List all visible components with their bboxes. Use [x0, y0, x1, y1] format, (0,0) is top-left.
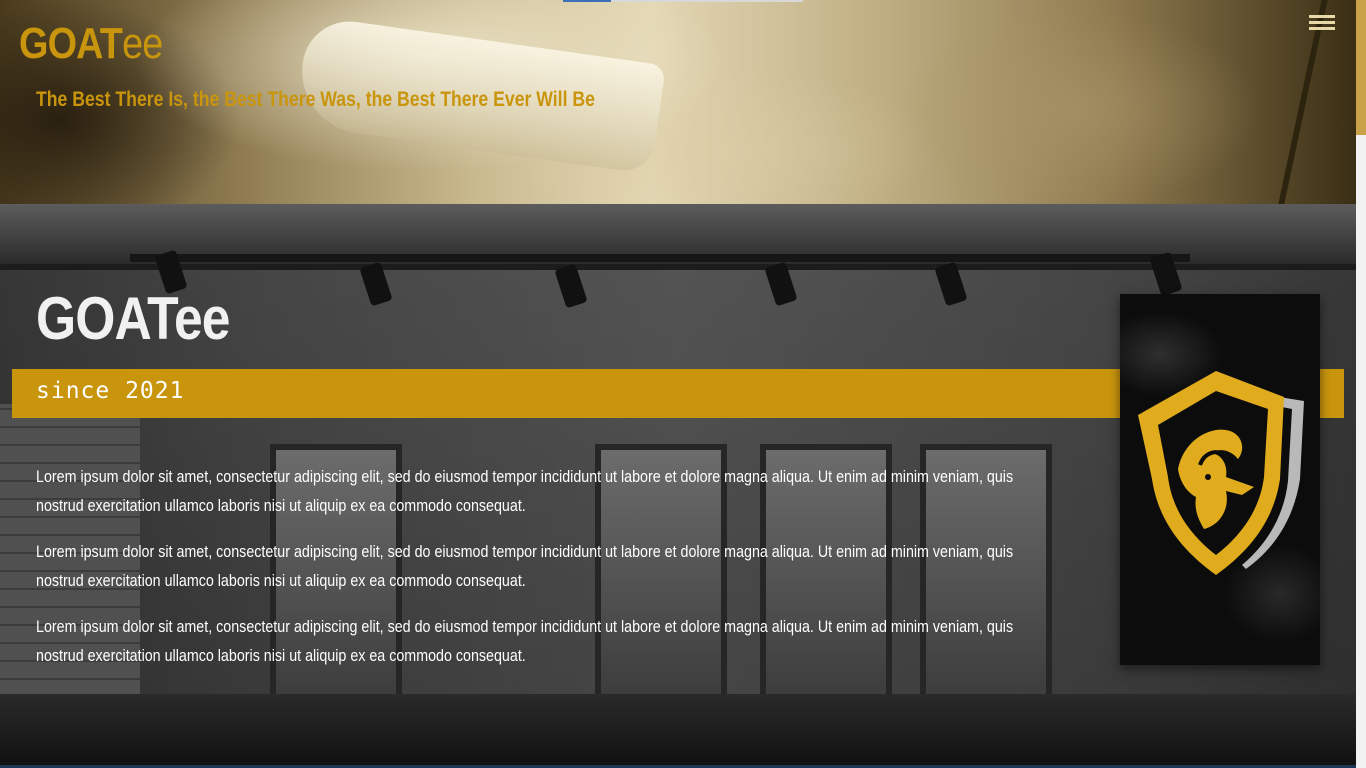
since-text: since 2021	[36, 378, 185, 404]
about-copy: Lorem ipsum dolor sit amet, consectetur …	[36, 462, 1076, 687]
about-paragraph: Lorem ipsum dolor sit amet, consectetur …	[36, 467, 1014, 515]
menu-line	[1309, 27, 1335, 30]
scrollbar-thumb[interactable]	[1356, 0, 1366, 135]
menu-line	[1309, 15, 1335, 18]
about-paragraph: Lorem ipsum dolor sit amet, consectetur …	[36, 617, 1014, 665]
page-scrollbar[interactable]	[1356, 0, 1366, 768]
brand-logo-text[interactable]: GOATee	[19, 16, 163, 72]
background-lamp	[554, 263, 588, 309]
about-paragraph: Lorem ipsum dolor sit amet, consectetur …	[36, 542, 1014, 590]
hero-tagline: The Best There Is, the Best There Was, t…	[36, 88, 595, 111]
about-title: GOATee	[36, 285, 230, 352]
brand-light: ee	[122, 19, 163, 68]
about-section: GOATee since 2021 Lorem ipsum dolor sit …	[0, 204, 1356, 768]
top-progress-strip	[563, 0, 803, 2]
logo-card	[1120, 294, 1320, 665]
background-counter	[0, 694, 1356, 768]
brand-bold: GOAT	[19, 19, 123, 68]
goat-eye	[1205, 474, 1211, 480]
goat-shield-logo-icon	[1138, 371, 1304, 575]
hamburger-menu-icon[interactable]	[1305, 12, 1339, 34]
menu-line	[1309, 21, 1335, 24]
background-rail	[130, 254, 1190, 262]
hero-header: GOATee The Best There Is, the Best There…	[0, 0, 1356, 204]
